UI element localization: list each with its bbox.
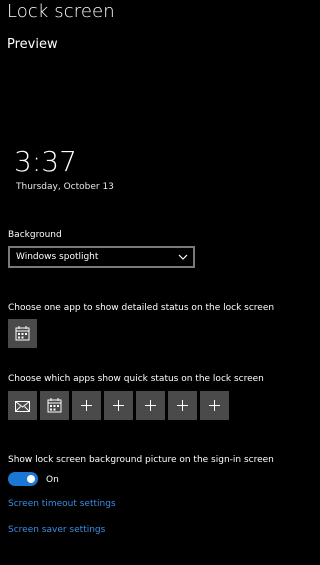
calendar-icon (15, 326, 30, 341)
plus-icon (177, 400, 188, 411)
preview-clock-date: Thursday, October 13 (16, 182, 114, 192)
plus-icon (145, 400, 156, 411)
signin-background-toggle-state: On (46, 475, 59, 485)
quick-status-add-slot[interactable] (72, 391, 101, 420)
chevron-down-icon (178, 254, 188, 260)
quick-status-add-slot[interactable] (136, 391, 165, 420)
quick-status-app-calendar[interactable] (40, 391, 69, 420)
detailed-status-label: Choose one app to show detailed status o… (8, 303, 275, 313)
preview-heading: Preview (7, 37, 58, 52)
quick-status-add-slot[interactable] (168, 391, 197, 420)
detailed-status-app-calendar[interactable] (8, 319, 37, 348)
plus-icon (81, 400, 92, 411)
page-title: Lock screen (7, 1, 115, 22)
background-dropdown-value: Windows spotlight (16, 252, 99, 262)
quick-status-add-slot[interactable] (104, 391, 133, 420)
signin-background-label: Show lock screen background picture on t… (8, 455, 274, 465)
plus-icon (209, 400, 220, 411)
preview-clock-time: 3:37 (14, 145, 77, 178)
toggle-knob (27, 475, 35, 483)
mail-icon (15, 401, 30, 412)
screen-saver-settings-link[interactable]: Screen saver settings (8, 524, 105, 536)
quick-status-add-slot[interactable] (200, 391, 229, 420)
signin-background-toggle[interactable] (8, 472, 38, 486)
background-dropdown[interactable]: Windows spotlight (8, 246, 195, 268)
calendar-icon (47, 398, 62, 413)
plus-icon (113, 400, 124, 411)
background-label: Background (8, 230, 62, 240)
quick-status-app-mail[interactable] (8, 391, 37, 420)
screen-timeout-settings-link[interactable]: Screen timeout settings (8, 498, 116, 510)
quick-status-label: Choose which apps show quick status on t… (8, 374, 264, 384)
